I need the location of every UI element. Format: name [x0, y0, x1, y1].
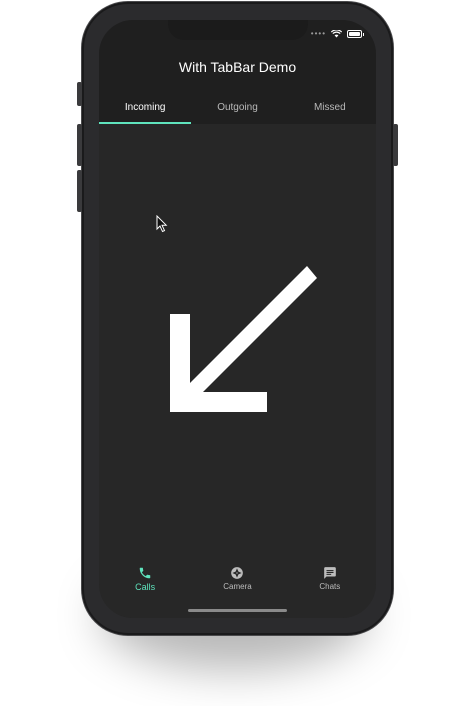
- nav-calls-label: Calls: [135, 582, 156, 592]
- camera-shutter-icon: [231, 567, 244, 579]
- signal-icon: ••••: [310, 29, 326, 38]
- phone-icon: [139, 567, 151, 579]
- power-button: [393, 124, 398, 166]
- volume-up-button: [77, 124, 82, 166]
- bottom-navigation: Calls Camera Chats: [99, 556, 376, 618]
- nav-camera-label: Camera: [223, 582, 252, 591]
- home-indicator[interactable]: [188, 609, 287, 612]
- stage: With TabBar Demo Incoming Outgoing Misse…: [0, 0, 468, 706]
- call-received-arrow-icon: [170, 266, 317, 412]
- status-icons: ••••: [310, 29, 364, 38]
- nav-chats-label: Chats: [319, 582, 341, 591]
- wifi-icon: [331, 30, 342, 38]
- tab-incoming[interactable]: Incoming: [99, 92, 192, 124]
- silent-switch: [77, 82, 82, 106]
- volume-down-button: [77, 170, 82, 212]
- notch: [168, 20, 308, 40]
- nav-calls[interactable]: Calls: [99, 556, 191, 618]
- nav-chats[interactable]: Chats: [284, 556, 376, 618]
- mouse-cursor-icon: [156, 215, 168, 233]
- chat-icon: [323, 567, 336, 579]
- tab-bar: Incoming Outgoing Missed: [99, 92, 376, 124]
- tab-outgoing[interactable]: Outgoing: [191, 92, 283, 124]
- tab-missed[interactable]: Missed: [284, 92, 376, 124]
- page-title: With TabBar Demo: [178, 59, 297, 75]
- phone-screen: With TabBar Demo Incoming Outgoing Misse…: [99, 20, 376, 618]
- battery-icon: [347, 30, 364, 38]
- tab-content: [99, 124, 376, 556]
